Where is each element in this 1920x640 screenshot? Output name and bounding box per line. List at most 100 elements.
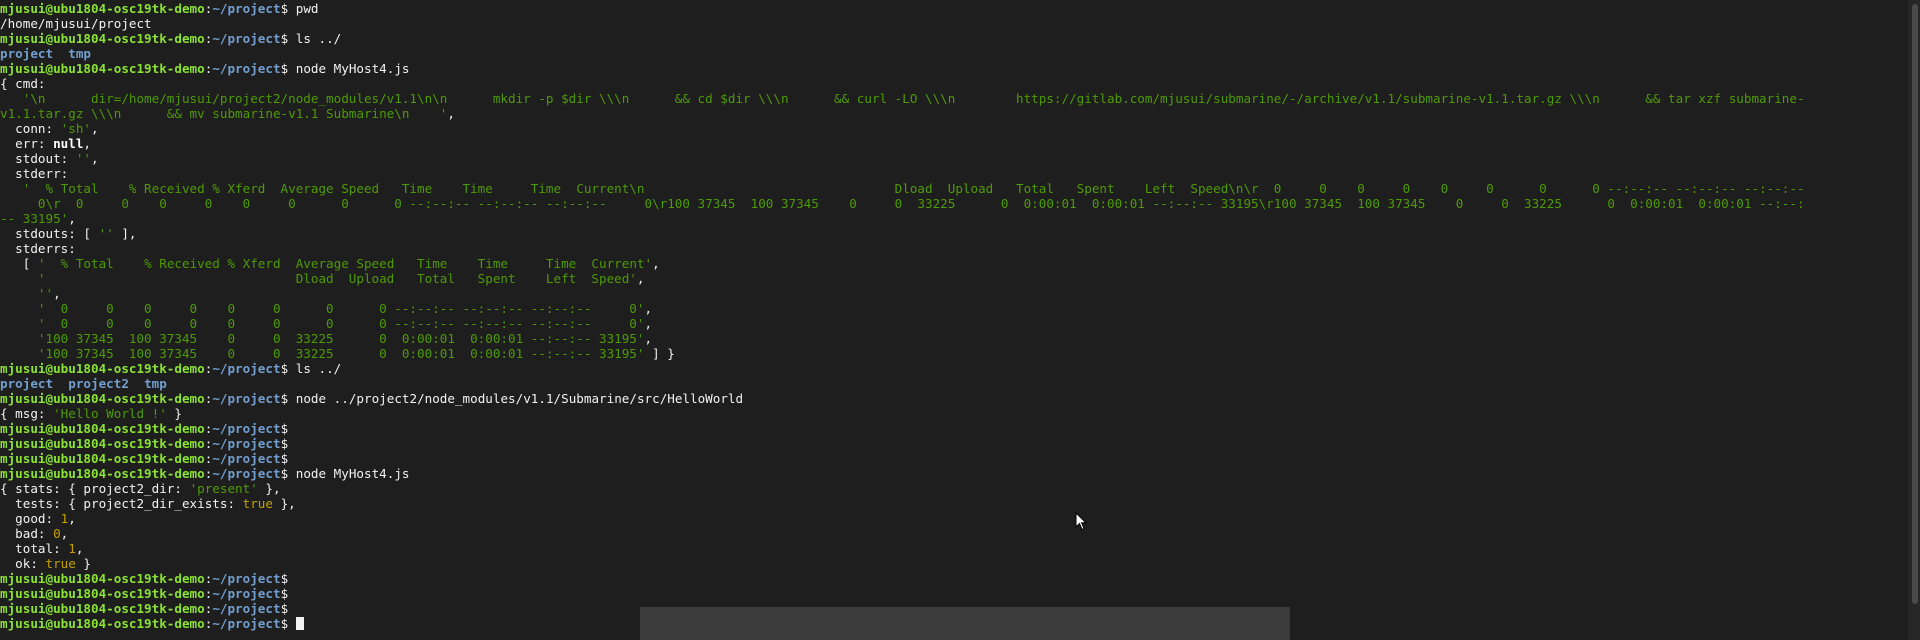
prompt-line: mjusui@ubu1804-osc19tk-demo:~/project$ n… bbox=[0, 61, 1920, 76]
command-text: node MyHost4.js bbox=[295, 466, 410, 481]
output-segment: 'Hello World !' bbox=[53, 406, 167, 421]
output-line: ' 0 0 0 0 0 0 0 0 --:--:-- --:--:-- --:-… bbox=[0, 316, 1920, 331]
terminal-window[interactable]: mjusui@ubu1804-osc19tk-demo:~/project$ p… bbox=[0, 0, 1920, 640]
output-line: bad: 0, bbox=[0, 526, 1920, 541]
output-segment: total: bbox=[0, 541, 69, 556]
prompt-user-host: mjusui@ubu1804-osc19tk-demo bbox=[0, 586, 205, 601]
output-line: tests: { project2_dir_exists: true }, bbox=[0, 496, 1920, 511]
prompt-path: ~/project bbox=[212, 586, 281, 601]
output-segment: stderrs: bbox=[0, 241, 76, 256]
output-segment: project2 bbox=[68, 376, 129, 391]
output-line: v1.1.tar.gz \\\n && mv submarine-v1.1 Su… bbox=[0, 106, 1920, 121]
output-segment: , bbox=[91, 151, 99, 166]
output-line: ' % Total % Received % Xferd Average Spe… bbox=[0, 181, 1920, 196]
mouse-pointer-icon bbox=[1075, 512, 1087, 531]
output-segment: , bbox=[53, 286, 61, 301]
output-segment: stdout: bbox=[0, 151, 76, 166]
output-segment: conn: bbox=[0, 121, 61, 136]
output-segment: -- 33195' bbox=[0, 211, 69, 226]
prompt-path: ~/project bbox=[212, 31, 281, 46]
output-segment: project bbox=[0, 46, 54, 61]
output-line: project project2 tmp bbox=[0, 376, 1920, 391]
output-segment: , bbox=[60, 526, 69, 541]
output-line: -- 33195', bbox=[0, 211, 1920, 226]
output-segment: { stats: { project2_dir: bbox=[0, 481, 190, 496]
prompt-path: ~/project bbox=[212, 421, 281, 436]
output-line: /home/mjusui/project bbox=[0, 16, 1920, 31]
output-segment: , bbox=[636, 271, 645, 286]
output-segment: , bbox=[68, 211, 76, 226]
prompt-line: mjusui@ubu1804-osc19tk-demo:~/project$ p… bbox=[0, 1, 1920, 16]
output-line: '100 37345 100 37345 0 0 33225 0 0:00:01… bbox=[0, 331, 1920, 346]
terminal-scrollbar[interactable] bbox=[1908, 0, 1920, 640]
output-segment: { cmd: bbox=[0, 76, 46, 91]
output-line: { stats: { project2_dir: 'present' }, bbox=[0, 481, 1920, 496]
output-line: stdouts: [ '' ], bbox=[0, 226, 1920, 241]
output-segment: , bbox=[91, 121, 99, 136]
prompt-line: mjusui@ubu1804-osc19tk-demo:~/project$ bbox=[0, 436, 1920, 451]
prompt-line: mjusui@ubu1804-osc19tk-demo:~/project$ bbox=[0, 451, 1920, 466]
output-line: stderr: bbox=[0, 166, 1920, 181]
terminal-cursor[interactable] bbox=[295, 617, 304, 630]
scrollbar-thumb[interactable] bbox=[1912, 4, 1918, 604]
prompt-line: mjusui@ubu1804-osc19tk-demo:~/project$ bbox=[0, 421, 1920, 436]
output-line: good: 1, bbox=[0, 511, 1920, 526]
output-segment: , bbox=[68, 511, 76, 526]
output-segment: ' % Total % Received % Xferd Average Spe… bbox=[0, 181, 1805, 196]
output-segment: , bbox=[83, 136, 92, 151]
output-segment: bad: bbox=[0, 526, 54, 541]
prompt-user-host: mjusui@ubu1804-osc19tk-demo bbox=[0, 421, 205, 436]
prompt-user-host: mjusui@ubu1804-osc19tk-demo bbox=[0, 391, 205, 406]
output-line: { cmd: bbox=[0, 76, 1920, 91]
output-segment: 0\r 0 0 0 0 0 0 0 0 --:--:-- --:--:-- --… bbox=[0, 196, 1805, 211]
prompt-path: ~/project bbox=[212, 361, 281, 376]
output-line: [ ' % Total % Received % Xferd Average S… bbox=[0, 256, 1920, 271]
prompt-line: mjusui@ubu1804-osc19tk-demo:~/project$ l… bbox=[0, 361, 1920, 376]
output-segment: 1 bbox=[68, 541, 76, 556]
output-segment: ' % Total % Received % Xferd Average Spe… bbox=[37, 256, 653, 271]
output-segment: ] } bbox=[644, 346, 675, 361]
prompt-path: ~/project bbox=[212, 451, 281, 466]
output-segment: 'sh' bbox=[60, 121, 92, 136]
output-segment: '' bbox=[75, 151, 91, 166]
output-segment: , bbox=[75, 541, 84, 556]
output-segment: , bbox=[644, 331, 653, 346]
prompt-user-host: mjusui@ubu1804-osc19tk-demo bbox=[0, 466, 205, 481]
output-segment: tests: { project2_dir_exists: bbox=[0, 496, 243, 511]
output-segment: good: bbox=[0, 511, 61, 526]
output-segment: , bbox=[644, 301, 653, 316]
prompt-user-host: mjusui@ubu1804-osc19tk-demo bbox=[0, 31, 205, 46]
output-segment: }, bbox=[257, 481, 281, 496]
output-segment: stderr: bbox=[0, 166, 69, 181]
output-segment: stdouts: [ bbox=[0, 226, 99, 241]
output-line: ' 0 0 0 0 0 0 0 0 --:--:-- --:--:-- --:-… bbox=[0, 301, 1920, 316]
prompt-path: ~/project bbox=[212, 1, 281, 16]
output-line: total: 1, bbox=[0, 541, 1920, 556]
output-segment: , bbox=[652, 256, 660, 271]
output-segment: { msg: bbox=[0, 406, 54, 421]
output-segment: }, bbox=[272, 496, 296, 511]
output-segment bbox=[53, 376, 68, 391]
output-segment: true bbox=[242, 496, 273, 511]
prompt-line: mjusui@ubu1804-osc19tk-demo:~/project$ l… bbox=[0, 31, 1920, 46]
output-segment: ' Dload Upload Total Spent Left Speed' bbox=[0, 271, 637, 286]
output-segment: , bbox=[644, 316, 653, 331]
command-text: node MyHost4.js bbox=[295, 61, 410, 76]
output-line: '100 37345 100 37345 0 0 33225 0 0:00:01… bbox=[0, 346, 1920, 361]
output-segment: ], bbox=[113, 226, 137, 241]
output-line: { msg: 'Hello World !' } bbox=[0, 406, 1920, 421]
output-line: 0\r 0 0 0 0 0 0 0 0 --:--:-- --:--:-- --… bbox=[0, 196, 1920, 211]
prompt-line: mjusui@ubu1804-osc19tk-demo:~/project$ n… bbox=[0, 391, 1920, 406]
prompt-user-host: mjusui@ubu1804-osc19tk-demo bbox=[0, 436, 205, 451]
prompt-user-host: mjusui@ubu1804-osc19tk-demo bbox=[0, 451, 205, 466]
output-line: '\n dir=/home/mjusui/project2/node_modul… bbox=[0, 91, 1920, 106]
output-segment: '' bbox=[98, 226, 114, 241]
output-line: ' Dload Upload Total Spent Left Speed', bbox=[0, 271, 1920, 286]
output-line: conn: 'sh', bbox=[0, 121, 1920, 136]
prompt-line: mjusui@ubu1804-osc19tk-demo:~/project$ bbox=[0, 616, 1920, 631]
output-segment: '\n dir=/home/mjusui/project2/node_modul… bbox=[0, 91, 1805, 106]
output-segment: null bbox=[53, 136, 84, 151]
output-segment: tmp bbox=[68, 46, 91, 61]
prompt-user-host: mjusui@ubu1804-osc19tk-demo bbox=[0, 616, 205, 631]
prompt-line: mjusui@ubu1804-osc19tk-demo:~/project$ n… bbox=[0, 466, 1920, 481]
